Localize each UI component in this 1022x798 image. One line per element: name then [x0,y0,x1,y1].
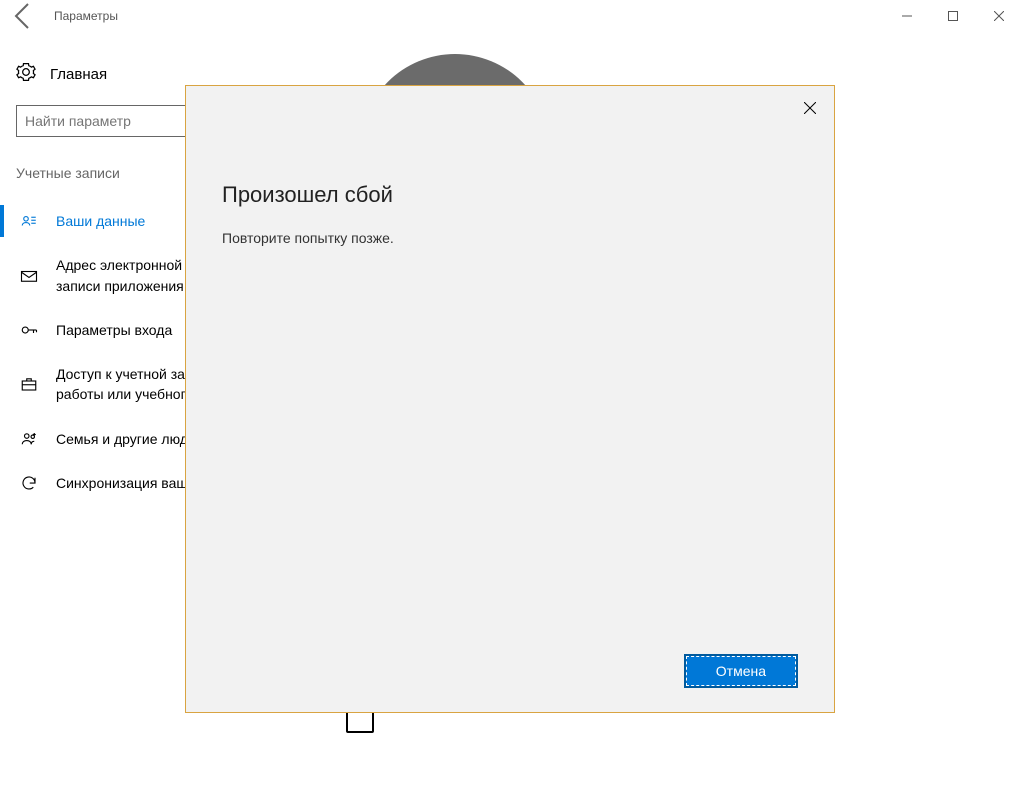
minimize-icon [902,11,912,21]
error-dialog: Произошел сбой Повторите попытку позже. … [185,85,835,713]
close-icon [804,102,816,114]
titlebar: Параметры [0,0,1022,32]
dialog-title: Произошел сбой [222,182,798,208]
gear-icon [16,62,36,87]
maximize-button[interactable] [930,0,976,32]
key-icon [20,321,38,339]
window-controls [884,0,1022,32]
dialog-footer: Отмена [186,636,834,712]
back-button[interactable] [8,0,40,32]
dialog-close-button[interactable] [794,92,826,124]
person-card-icon [20,212,38,230]
cancel-button[interactable]: Отмена [684,654,798,688]
arrow-left-icon [8,0,40,32]
briefcase-icon [20,375,38,393]
dialog-message: Повторите попытку позже. [222,230,798,246]
people-icon [20,430,38,448]
camera-icon[interactable] [346,711,374,733]
maximize-icon [948,11,958,21]
home-label: Главная [50,66,107,83]
close-icon [994,11,1004,21]
dialog-content: Произошел сбой Повторите попытку позже. [186,86,834,636]
window-title: Параметры [54,9,118,23]
titlebar-left: Параметры [8,0,118,32]
close-button[interactable] [976,0,1022,32]
mail-icon [20,267,38,285]
minimize-button[interactable] [884,0,930,32]
sync-icon [20,474,38,492]
